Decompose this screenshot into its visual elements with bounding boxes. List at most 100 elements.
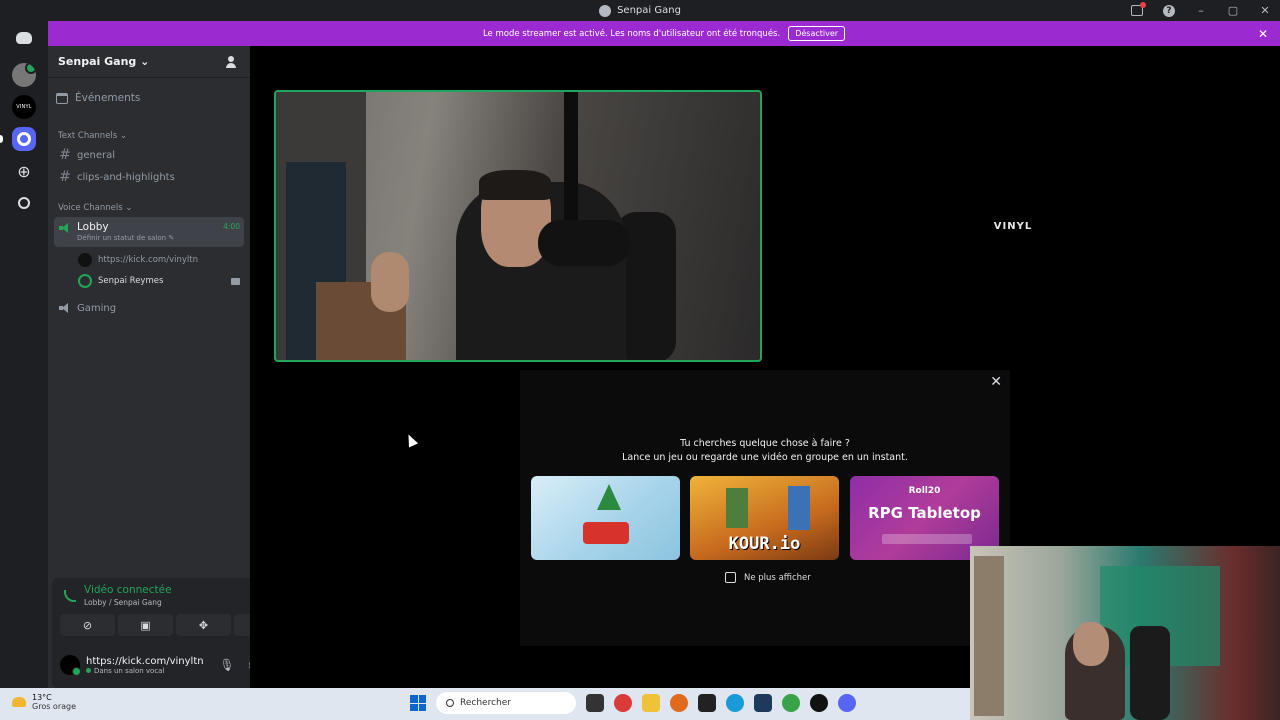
channel-general-label: general bbox=[77, 149, 116, 161]
window-titlebar: Senpai Gang ? – ▢ ✕ bbox=[0, 0, 1280, 21]
server-icon-vinyl[interactable]: VINYL bbox=[12, 95, 36, 119]
voice-status-text: Vidéo connectée Lobby / Senpai Gang bbox=[84, 584, 172, 607]
channel-status-prompt: Définir un statut de salon bbox=[77, 234, 167, 242]
microphone-button[interactable]: 🎙︎ bbox=[219, 658, 234, 672]
help-icon: ? bbox=[1163, 4, 1175, 17]
pencil-icon: ✎ bbox=[168, 234, 175, 242]
checkbox[interactable] bbox=[725, 572, 736, 583]
voice-channels-category[interactable]: Voice Channels ⌄ bbox=[58, 203, 132, 213]
taskbar-search[interactable]: Rechercher bbox=[436, 692, 576, 714]
browser-icon[interactable] bbox=[670, 694, 688, 712]
chevron-down-icon: ⌄ bbox=[125, 203, 133, 213]
app-root: Senpai Gang ? – ▢ ✕ VINYL ⊕ Le mode stre… bbox=[0, 0, 1280, 720]
search-icon bbox=[446, 699, 454, 707]
video-tile-vinyl[interactable]: VINYL bbox=[770, 90, 1256, 362]
webcam-chair bbox=[1130, 626, 1170, 720]
taskbar-center: Rechercher bbox=[410, 692, 856, 714]
webcam-person-head bbox=[1073, 622, 1109, 666]
activity-suggestion-panel: ✕ Tu cherches quelque chose à faire ? La… bbox=[520, 370, 1010, 646]
selected-server-pill bbox=[0, 135, 3, 143]
chevron-down-icon: ⌄ bbox=[140, 55, 150, 68]
activity-card-winter-game[interactable] bbox=[531, 476, 680, 560]
guild-header[interactable]: Senpai Gang ⌄ bbox=[48, 46, 250, 78]
search-placeholder: Rechercher bbox=[460, 698, 511, 708]
weather-temperature: 13°C bbox=[32, 693, 52, 702]
invite-people-icon[interactable] bbox=[226, 55, 238, 68]
weather-widget[interactable]: 13°C Gros orage bbox=[12, 693, 76, 711]
explore-servers-button[interactable] bbox=[12, 191, 36, 215]
lobby-timer: 4:00 bbox=[223, 222, 240, 231]
close-icon[interactable]: ✕ bbox=[990, 374, 1002, 390]
text-channels-category[interactable]: Text Channels ⌄ bbox=[58, 131, 127, 141]
obs-icon[interactable] bbox=[810, 694, 828, 712]
voice-member-2[interactable]: Senpai Reymes bbox=[78, 272, 240, 290]
minimize-button[interactable]: – bbox=[1194, 4, 1208, 18]
voice-channel-gaming[interactable]: Gaming bbox=[54, 298, 244, 318]
avatar bbox=[78, 274, 92, 288]
window-title: Senpai Gang bbox=[599, 4, 681, 17]
events-item[interactable]: Événements bbox=[56, 88, 140, 108]
screen-share-button[interactable]: ▣ bbox=[118, 614, 173, 636]
user-info[interactable]: https://kick.com/vinyltn Dans un salon v… bbox=[86, 656, 204, 675]
channel-clips-label: clips-and-highlights bbox=[77, 171, 175, 183]
help-button[interactable]: ? bbox=[1162, 4, 1176, 18]
video-tile-speaking[interactable] bbox=[274, 90, 762, 362]
user-avatar[interactable] bbox=[60, 655, 81, 676]
maximize-button[interactable]: ▢ bbox=[1226, 4, 1240, 18]
discord-logo-icon bbox=[16, 32, 32, 44]
window-controls: ? – ▢ ✕ bbox=[1130, 0, 1272, 21]
edge-icon[interactable] bbox=[726, 694, 744, 712]
text-category-label: Text Channels bbox=[58, 131, 118, 141]
voice-status: Vidéo connectée Lobby / Senpai Gang bbox=[64, 584, 172, 607]
voice-location[interactable]: Lobby / Senpai Gang bbox=[84, 598, 172, 607]
video-person-hair bbox=[479, 170, 551, 200]
christmas-tree-graphic bbox=[597, 484, 621, 510]
kour-logo: KOUR.io bbox=[728, 534, 801, 554]
voice-member-1[interactable]: https://kick.com/vinyltn bbox=[78, 251, 240, 269]
task-view-icon[interactable] bbox=[586, 694, 604, 712]
banner-close-icon[interactable]: ✕ bbox=[1258, 27, 1268, 41]
set-channel-status[interactable]: Définir un statut de salon ✎ bbox=[77, 234, 174, 242]
voice-status-title[interactable]: Vidéo connectée bbox=[84, 584, 172, 596]
hashtag-icon: # bbox=[59, 169, 71, 185]
windows-taskbar: 13°C Gros orage Rechercher bbox=[0, 688, 970, 720]
voice-channel-lobby[interactable]: Lobby Définir un statut de salon ✎ 4:00 bbox=[54, 217, 244, 247]
partner-logos bbox=[882, 534, 972, 544]
file-explorer-icon[interactable] bbox=[642, 694, 660, 712]
channel-clips-and-highlights[interactable]: # clips-and-highlights bbox=[54, 167, 244, 187]
voice-category-label: Voice Channels bbox=[58, 203, 123, 213]
window-title-text: Senpai Gang bbox=[617, 5, 681, 16]
disable-streamer-mode-button[interactable]: Désactiver bbox=[788, 26, 846, 41]
chrome-icon[interactable] bbox=[614, 694, 632, 712]
banner-message: Le mode streamer est activé. Les noms d'… bbox=[482, 28, 781, 39]
user-status: Dans un salon vocal bbox=[86, 667, 204, 675]
live-app-icon[interactable] bbox=[698, 694, 716, 712]
dont-show-again[interactable]: Ne plus afficher bbox=[725, 572, 811, 583]
online-dot-icon bbox=[86, 668, 91, 673]
events-label: Événements bbox=[75, 92, 141, 104]
discord-taskbar-icon[interactable] bbox=[838, 694, 856, 712]
close-window-button[interactable]: ✕ bbox=[1258, 4, 1272, 18]
server-icon-senpai-gang[interactable] bbox=[12, 127, 36, 151]
direct-messages-button[interactable] bbox=[12, 26, 36, 50]
channel-general[interactable]: # general bbox=[54, 145, 244, 165]
activities-button[interactable]: ✥ bbox=[176, 614, 231, 636]
streamer-webcam-overlay bbox=[970, 546, 1280, 720]
terminal-icon[interactable] bbox=[754, 694, 772, 712]
kour-character-2 bbox=[788, 486, 810, 530]
signal-icon bbox=[64, 590, 76, 602]
chrome-alt-icon[interactable] bbox=[782, 694, 800, 712]
server-icon-1[interactable] bbox=[12, 63, 36, 87]
calendar-icon bbox=[56, 92, 68, 104]
activity-card-kour[interactable]: KOUR.io bbox=[690, 476, 839, 560]
server-gear-icon bbox=[17, 132, 31, 146]
inbox-button[interactable] bbox=[1130, 2, 1146, 18]
guild-name-wrap: Senpai Gang ⌄ bbox=[58, 55, 149, 68]
camera-toggle-button[interactable]: ⊘ bbox=[60, 614, 115, 636]
compass-icon bbox=[18, 197, 30, 209]
add-server-button[interactable]: ⊕ bbox=[12, 159, 36, 183]
video-microphone bbox=[538, 220, 630, 266]
weather-text: 13°C Gros orage bbox=[32, 693, 76, 711]
camera-icon bbox=[231, 277, 240, 285]
windows-start-icon[interactable] bbox=[410, 695, 426, 711]
